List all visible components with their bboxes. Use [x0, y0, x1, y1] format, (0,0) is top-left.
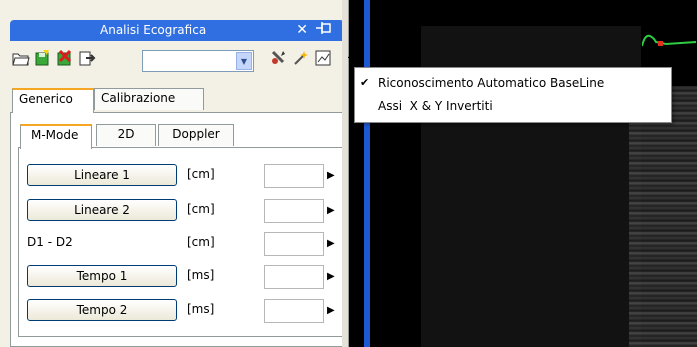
expand-arrow-icon[interactable]: ▶	[327, 170, 335, 181]
tab-2d[interactable]: 2D	[96, 124, 156, 146]
chart-icon[interactable]	[314, 49, 332, 67]
menu-item-riconoscimento-baseline[interactable]: ✔ Riconoscimento Automatico BaseLine	[357, 73, 669, 95]
check-icon: ✔	[360, 76, 370, 89]
export-icon[interactable]	[78, 49, 96, 67]
open-folder-icon[interactable]	[12, 49, 30, 67]
unit-label: [cm]	[187, 235, 215, 249]
expand-arrow-icon[interactable]: ▶	[327, 205, 335, 216]
echo-texture	[629, 86, 697, 347]
wand-icon[interactable]	[292, 49, 310, 67]
measurement-row-lineare-2: Lineare 2 [cm] ▶	[27, 199, 343, 223]
measurement-row-tempo-1: Tempo 1 [ms] ▶	[27, 265, 343, 289]
expand-arrow-icon[interactable]: ▶	[327, 271, 335, 282]
tab-doppler[interactable]: Doppler	[158, 124, 234, 146]
unit-label: [ms]	[187, 302, 215, 316]
unit-label: [cm]	[187, 167, 215, 181]
toolbar: ▼ ▶	[10, 45, 350, 75]
lineare-1-value-field[interactable]	[264, 164, 324, 188]
lineare-1-button[interactable]: Lineare 1	[27, 164, 177, 186]
delete-red-icon[interactable]	[56, 49, 74, 67]
preset-combo[interactable]: ▼	[142, 50, 254, 72]
close-icon[interactable]: ✕	[296, 22, 308, 38]
panel-titlebar[interactable]: Analisi Ecografica ✕	[10, 20, 344, 41]
tab-label: Calibrazione	[101, 91, 176, 105]
tempo-2-value-field[interactable]	[264, 299, 324, 323]
panel-splitter[interactable]	[342, 0, 348, 347]
tab-label: Doppler	[172, 127, 220, 141]
outer-tab-strip: Generico Calibrazione	[10, 88, 348, 113]
inner-tab-strip: M-Mode 2D Doppler	[18, 124, 344, 149]
tempo-1-value-field[interactable]	[264, 265, 324, 289]
tools-icon[interactable]	[270, 49, 288, 67]
expand-arrow-icon[interactable]: ▶	[327, 305, 335, 316]
tab-m-mode[interactable]: M-Mode	[20, 124, 92, 149]
analisi-ecografica-panel: Analisi Ecografica ✕ ▼ ▶	[0, 0, 350, 347]
unit-label: [cm]	[187, 202, 215, 216]
tempo-2-button[interactable]: Tempo 2	[27, 299, 177, 321]
measurement-row-d1-d2: D1 - D2 [cm] ▶	[27, 232, 343, 256]
tab-label: Generico	[19, 92, 73, 106]
chevron-down-icon[interactable]: ▼	[236, 52, 252, 70]
lineare-2-button[interactable]: Lineare 2	[27, 199, 177, 221]
trace-marker	[642, 34, 697, 47]
tempo-1-button[interactable]: Tempo 1	[27, 265, 177, 287]
pin-icon[interactable]	[316, 22, 332, 38]
save-green-icon[interactable]	[34, 49, 52, 67]
tab-label: M-Mode	[31, 128, 79, 142]
options-context-menu: ✔ Riconoscimento Automatico BaseLine Ass…	[354, 67, 672, 123]
measurement-row-lineare-1: Lineare 1 [cm] ▶	[27, 164, 343, 188]
menu-item-assi-invertiti[interactable]: Assi X & Y Invertiti	[357, 96, 669, 118]
d1-d2-value-field[interactable]	[264, 232, 324, 256]
lineare-2-value-field[interactable]	[264, 199, 324, 223]
expand-arrow-icon[interactable]: ▶	[327, 238, 335, 249]
menu-item-label: Assi X & Y Invertiti	[378, 99, 493, 113]
measurement-row-tempo-2: Tempo 2 [ms] ▶	[27, 299, 343, 323]
tab-label: 2D	[117, 127, 135, 141]
unit-label: [ms]	[187, 268, 215, 282]
panel-title: Analisi Ecografica	[100, 23, 207, 37]
tab-generico[interactable]: Generico	[12, 88, 94, 113]
tab-calibrazione[interactable]: Calibrazione	[94, 88, 204, 110]
ultrasound-image-viewer[interactable]	[349, 0, 697, 347]
viewer-border	[364, 0, 370, 347]
d1-d2-label: D1 - D2	[27, 235, 73, 249]
menu-item-label: Riconoscimento Automatico BaseLine	[378, 76, 605, 90]
